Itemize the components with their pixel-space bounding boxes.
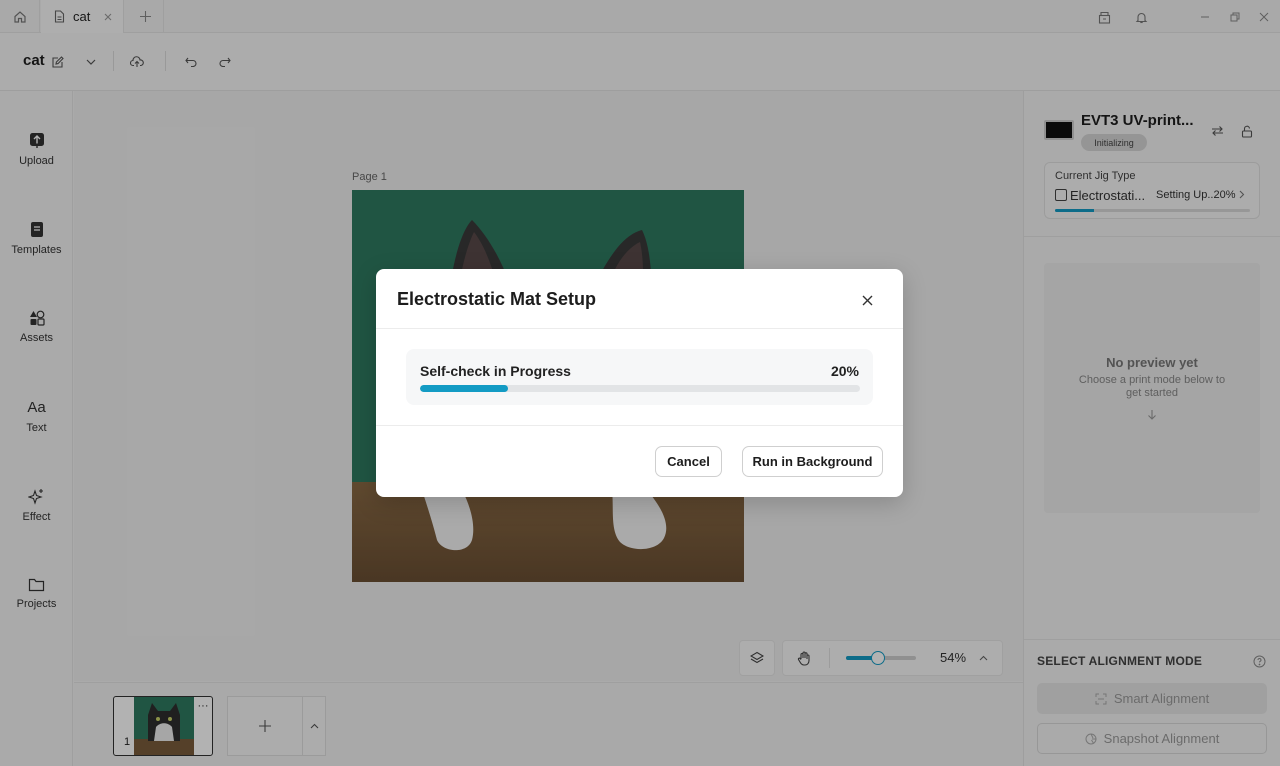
dialog-close-button[interactable]	[854, 287, 880, 313]
dialog-footer-divider	[376, 425, 903, 426]
run-in-background-button[interactable]: Run in Background	[742, 446, 883, 477]
progress-bar-fill	[420, 385, 508, 392]
self-check-progress-card: Self-check in Progress 20%	[406, 349, 873, 405]
progress-percentage: 20%	[830, 363, 859, 379]
progress-bar	[420, 385, 860, 392]
cancel-button[interactable]: Cancel	[655, 446, 722, 477]
dialog-header-divider	[376, 328, 903, 329]
dialog-title: Electrostatic Mat Setup	[397, 289, 597, 309]
setup-dialog: Electrostatic Mat Setup Self-check in Pr…	[376, 269, 903, 497]
progress-label: Self-check in Progress	[420, 363, 571, 379]
close-icon	[862, 295, 873, 306]
